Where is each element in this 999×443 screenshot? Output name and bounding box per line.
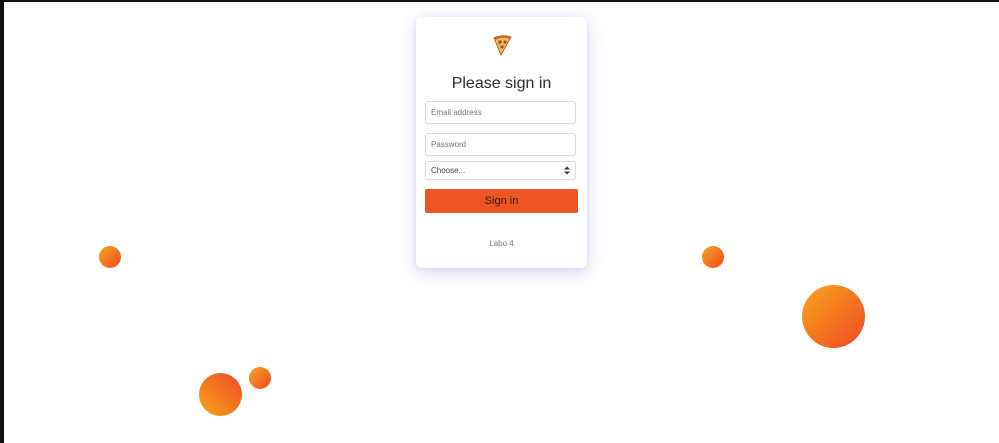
- select-arrows-icon: [564, 166, 570, 175]
- password-field[interactable]: [425, 133, 576, 156]
- decorative-bubble: [249, 367, 271, 389]
- page-title: Please sign in: [451, 75, 552, 92]
- role-select[interactable]: Choose...: [425, 161, 576, 180]
- sign-in-button[interactable]: Sign in: [425, 189, 578, 213]
- decorative-bubble: [99, 246, 121, 268]
- decorative-bubble: [802, 285, 865, 348]
- decorative-bubble: [199, 373, 242, 416]
- window-top-border: [0, 0, 999, 2]
- decorative-bubble: [702, 246, 724, 268]
- pizza-slice-icon: [493, 35, 512, 56]
- window-left-border: [0, 0, 4, 443]
- role-select-value: Choose...: [431, 166, 466, 175]
- footer-text: Labo 4: [489, 239, 514, 248]
- email-field[interactable]: [425, 101, 576, 124]
- sign-in-card: Please sign in Choose... Sign in Labo 4: [416, 17, 587, 268]
